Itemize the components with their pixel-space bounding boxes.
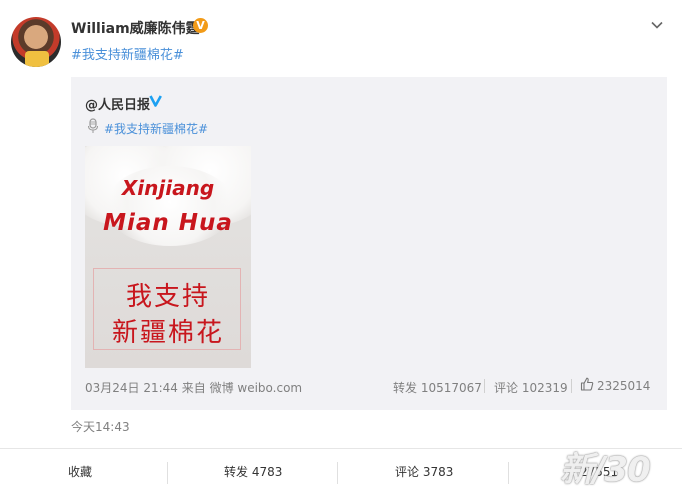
verified-icon: V bbox=[193, 18, 208, 33]
avatar[interactable] bbox=[11, 17, 61, 67]
original-like-count[interactable]: 2325014 bbox=[597, 379, 650, 393]
divider bbox=[484, 379, 485, 393]
watermark-logo: 新/30 bbox=[560, 450, 651, 490]
image-text-cn-line1: 我支持 bbox=[125, 282, 210, 312]
original-hashtag-link[interactable]: #我支持新疆棉花# bbox=[104, 120, 208, 137]
comment-button[interactable]: 评论 3783 bbox=[395, 449, 453, 496]
divider bbox=[571, 379, 572, 393]
post-hashtag-link[interactable]: #我支持新疆棉花# bbox=[71, 44, 184, 63]
favorite-button[interactable]: 收藏 bbox=[68, 449, 92, 496]
repost-button[interactable]: 转发 4783 bbox=[224, 449, 282, 496]
post-image[interactable]: Xinjiang Mian Hua 我支持 新疆棉花 bbox=[85, 146, 251, 368]
divider bbox=[167, 462, 168, 484]
image-text-cn-line2: 新疆棉花 bbox=[111, 318, 224, 348]
original-author-link[interactable]: @人民日报 bbox=[85, 94, 150, 113]
divider bbox=[337, 462, 338, 484]
post-username[interactable]: William威廉陈伟霆 bbox=[71, 18, 200, 38]
image-text-mianhua: Mian Hua bbox=[103, 210, 233, 236]
repost-card: @人民日报 #我支持新疆棉花# Xinjiang Mian Hua 我支持 新疆… bbox=[71, 77, 667, 410]
image-text-xinjiang: Xinjiang bbox=[121, 176, 215, 200]
original-comment-count[interactable]: 评论 102319 bbox=[494, 379, 568, 396]
microphone-icon bbox=[88, 118, 98, 133]
original-repost-count[interactable]: 转发 10517067 bbox=[393, 379, 482, 396]
thumbs-up-icon[interactable] bbox=[580, 377, 594, 391]
blue-verified-icon bbox=[149, 95, 162, 107]
post-timestamp[interactable]: 今天14:43 bbox=[71, 418, 130, 435]
chevron-down-icon[interactable] bbox=[650, 18, 664, 32]
divider bbox=[508, 462, 509, 484]
original-timestamp[interactable]: 03月24日 21:44 来自 微博 weibo.com bbox=[85, 379, 302, 396]
